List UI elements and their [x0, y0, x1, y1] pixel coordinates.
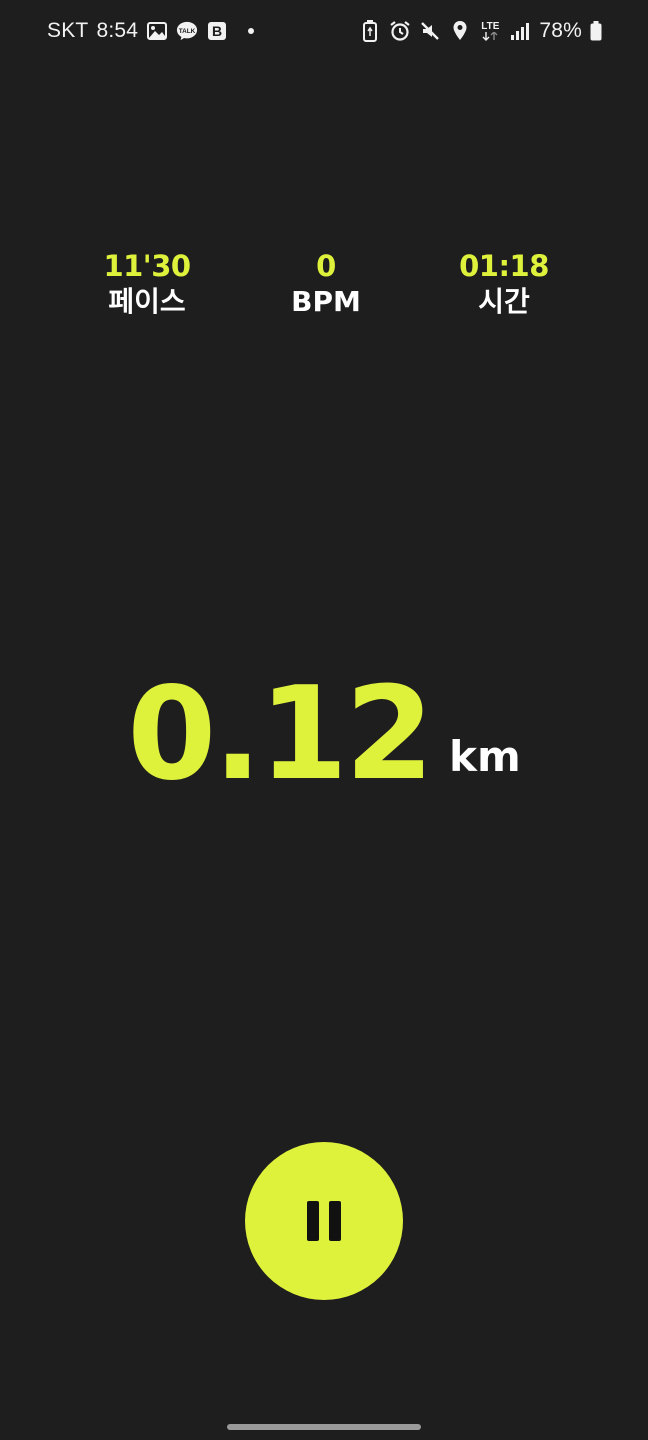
notification-dot-icon	[248, 28, 255, 34]
distance-display: 0.12 km	[0, 660, 648, 800]
svg-text:TALK: TALK	[179, 28, 196, 35]
distance-unit: km	[449, 732, 521, 781]
lte-icon: LTE	[479, 20, 501, 42]
bpm-stat: 0 BPM	[246, 248, 406, 320]
location-icon	[449, 20, 471, 42]
status-bar: SKT 8:54 TALK B LTE 78%	[0, 0, 648, 66]
pause-bar-left	[307, 1201, 319, 1241]
gesture-nav-handle[interactable]	[227, 1424, 421, 1430]
pause-icon	[307, 1201, 341, 1241]
time-label: 시간	[478, 285, 530, 318]
image-icon	[146, 20, 168, 42]
bpm-label: BPM	[291, 285, 361, 318]
pause-bar-right	[329, 1201, 341, 1241]
distance-value: 0.12	[127, 660, 434, 809]
status-bar-right: LTE 78%	[359, 19, 602, 43]
run-stats: 11'30 페이스 0 BPM 01:18 시간	[0, 248, 648, 338]
battery-percent: 78%	[539, 19, 582, 42]
pace-label: 페이스	[108, 285, 186, 318]
svg-text:B: B	[212, 23, 222, 39]
mute-icon	[419, 20, 441, 42]
battery-icon	[590, 20, 602, 42]
kakaotalk-icon: TALK	[176, 20, 198, 42]
pause-button[interactable]	[245, 1142, 403, 1300]
b-app-icon: B	[206, 20, 228, 42]
status-bar-left: SKT 8:54 TALK B	[47, 19, 255, 43]
alarm-icon	[389, 20, 411, 42]
time-stat: 01:18 시간	[424, 248, 584, 320]
battery-saver-icon	[359, 20, 381, 42]
pace-stat: 11'30 페이스	[67, 248, 227, 320]
pace-value: 11'30	[103, 249, 191, 283]
bpm-value: 0	[316, 249, 336, 283]
carrier-label: SKT	[47, 19, 89, 42]
time-value: 01:18	[459, 249, 549, 283]
lte-label: LTE	[481, 20, 500, 32]
signal-icon	[509, 20, 531, 42]
clock: 8:54	[96, 19, 139, 42]
